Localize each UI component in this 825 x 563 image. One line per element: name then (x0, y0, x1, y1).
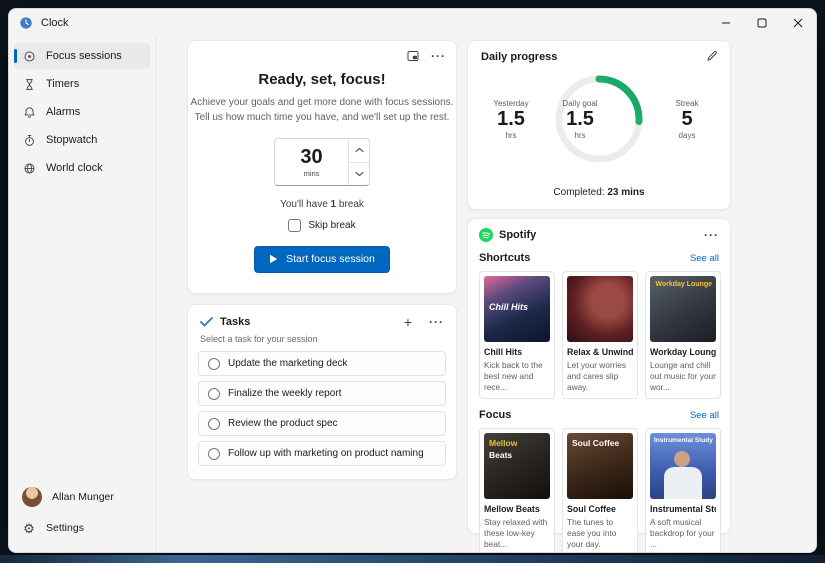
tasks-title: Tasks (220, 316, 250, 328)
task-label: Finalize the weekly report (228, 388, 341, 399)
daily-progress-title: Daily progress (481, 51, 557, 63)
playlist-card-soul-coffee[interactable]: Soul Coffee Soul Coffee The tunes to eas… (562, 428, 638, 553)
playlist-card-mellow-beats[interactable]: Mellow Beats Mellow Beats Stay relaxed w… (479, 428, 555, 553)
task-row[interactable]: Update the marketing deck (198, 351, 446, 376)
stat-daily-goal: Daily goal 1.5 hrs (551, 71, 609, 167)
sidebar-item-label: World clock (46, 162, 103, 174)
focus-setup-card: ··· Ready, set, focus! Achieve your goal… (187, 40, 457, 294)
user-name: Allan Munger (52, 491, 114, 503)
album-art-figure (674, 451, 690, 467)
task-row[interactable]: Finalize the weekly report (198, 381, 446, 406)
minutes-decrease-button[interactable] (349, 162, 369, 186)
titlebar: Clock (9, 9, 816, 36)
sidebar-item-stopwatch[interactable]: Stopwatch (14, 127, 150, 153)
tasks-check-icon (200, 317, 213, 327)
sidebar-item-world-clock[interactable]: World clock (14, 155, 150, 181)
spotify-more-icon[interactable]: ··· (704, 229, 719, 241)
album-art (567, 276, 633, 342)
minimize-button[interactable] (708, 9, 744, 36)
break-info: You'll have 1 break (188, 199, 456, 210)
task-label: Update the marketing deck (228, 358, 348, 369)
spotify-title: Spotify (499, 229, 536, 241)
skip-break-checkbox[interactable] (288, 219, 301, 232)
sidebar-item-label: Alarms (46, 106, 80, 118)
task-radio[interactable] (208, 358, 220, 370)
album-art: Workday Lounge (650, 276, 716, 342)
spotify-logo-icon (479, 228, 493, 242)
add-task-icon[interactable]: + (404, 315, 412, 329)
stat-yesterday: Yesterday 1.5 hrs (482, 99, 540, 140)
task-radio[interactable] (208, 418, 220, 430)
playlist-card-relax-unwind[interactable]: Relax & Unwind Let your worries and care… (562, 271, 638, 399)
tasks-subtitle: Select a task for your session (200, 334, 444, 344)
focus-title: Ready, set, focus! (188, 71, 456, 88)
task-label: Review the product spec (228, 418, 338, 429)
window-title: Clock (41, 17, 69, 29)
alarm-bell-icon (22, 105, 36, 119)
sidebar: Focus sessions Timers Alarms Stopwatch (9, 36, 156, 552)
settings-label: Settings (46, 522, 84, 534)
sidebar-footer: Allan Munger ⚙ Settings (9, 481, 155, 552)
sidebar-item-focus-sessions[interactable]: Focus sessions (14, 43, 150, 69)
task-label: Follow up with marketing on product nami… (228, 448, 424, 459)
start-focus-session-button[interactable]: Start focus session (254, 246, 390, 273)
minutes-increase-button[interactable] (349, 139, 369, 162)
tasks-more-icon[interactable]: ··· (429, 316, 444, 328)
focus-subtitle: Achieve your goals and get more done wit… (188, 95, 456, 125)
daily-progress-card: Daily progress Yesterday 1.5 hrs (467, 40, 731, 210)
timer-icon (22, 77, 36, 91)
album-art: Soul Coffee (567, 433, 633, 499)
desktop-taskbar-glow (0, 555, 825, 563)
album-art: Chill Hits (484, 276, 550, 342)
gear-icon: ⚙ (22, 521, 36, 535)
focus-section-title: Focus (479, 409, 511, 421)
shortcuts-section-title: Shortcuts (479, 252, 530, 264)
sidebar-item-label: Timers (46, 78, 79, 90)
task-row[interactable]: Follow up with marketing on product nami… (198, 441, 446, 466)
minutes-unit: mins (304, 169, 320, 178)
album-art: Mellow Beats (484, 433, 550, 499)
minutes-input[interactable]: 30 mins (275, 139, 348, 185)
album-art: Instrumental Study (650, 433, 716, 499)
main-content: ··· Ready, set, focus! Achieve your goal… (156, 36, 816, 552)
close-button[interactable] (780, 9, 816, 36)
clock-app-icon (19, 16, 33, 30)
album-art-figure (664, 467, 702, 499)
spotify-card: Spotify ··· Shortcuts See all Chill Hits… (467, 218, 731, 534)
playlist-card-workday-lounge[interactable]: Workday Lounge Workday Lounge Lounge and… (645, 271, 721, 399)
sidebar-item-label: Stopwatch (46, 134, 97, 146)
playlist-card-chill-hits[interactable]: Chill Hits Chill Hits Kick back to the b… (479, 271, 555, 399)
playlist-card-instrumental-study[interactable]: Instrumental Study Instrumental Study A … (645, 428, 721, 553)
maximize-button[interactable] (744, 9, 780, 36)
task-radio[interactable] (208, 388, 220, 400)
minutes-stepper[interactable]: 30 mins (274, 138, 370, 186)
user-avatar (22, 487, 42, 507)
stopwatch-icon (22, 133, 36, 147)
shortcuts-see-all-link[interactable]: See all (690, 253, 719, 264)
completed-summary: Completed: 23 mins (468, 187, 730, 198)
compact-mode-icon[interactable] (407, 50, 419, 62)
edit-goal-pencil-icon[interactable] (706, 50, 718, 62)
clock-app-window: Clock Focus sessions (8, 8, 817, 553)
minutes-value: 30 (300, 147, 322, 167)
focus-card-more-icon[interactable]: ··· (431, 50, 446, 62)
sidebar-item-alarms[interactable]: Alarms (14, 99, 150, 125)
globe-icon (22, 161, 36, 175)
tasks-card: Tasks + ··· Select a task for your sessi… (187, 304, 457, 480)
sidebar-item-timers[interactable]: Timers (14, 71, 150, 97)
skip-break-label: Skip break (308, 220, 355, 231)
play-icon (269, 254, 278, 264)
task-radio[interactable] (208, 448, 220, 460)
daily-progress-ring: Daily goal 1.5 hrs (551, 71, 647, 167)
sidebar-item-label: Focus sessions (46, 50, 122, 62)
focus-sessions-icon (22, 49, 36, 63)
settings-item[interactable]: ⚙ Settings (14, 513, 150, 543)
task-row[interactable]: Review the product spec (198, 411, 446, 436)
stat-streak: Streak 5 days (658, 99, 716, 140)
focus-see-all-link[interactable]: See all (690, 410, 719, 421)
user-profile-item[interactable]: Allan Munger (14, 482, 150, 512)
